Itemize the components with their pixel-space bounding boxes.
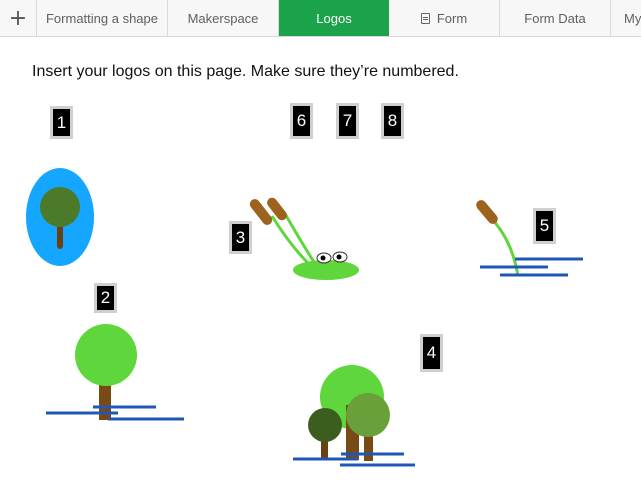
tab-formatting-a-shape[interactable]: Formatting a shape	[37, 0, 168, 36]
tab-label: My	[624, 10, 641, 26]
tab-logos[interactable]: Logos	[279, 0, 389, 36]
tree-canopy	[40, 187, 80, 227]
tab-form[interactable]: Form	[389, 0, 500, 36]
tree-canopy	[346, 393, 390, 437]
add-tab-button[interactable]: +	[0, 0, 37, 36]
tab-label: Form	[436, 10, 468, 26]
tab-label: Form Data	[524, 10, 586, 26]
tree-canopy	[75, 324, 137, 386]
tab-label: Logos	[316, 10, 352, 26]
tree-canopy	[308, 408, 342, 442]
logo-cattail-on-water	[476, 200, 583, 277]
tab-label: Formatting a shape	[45, 10, 158, 26]
tab-label: Makerspace	[187, 10, 259, 26]
logo-canvas	[26, 168, 583, 467]
frog-pupil	[320, 255, 326, 261]
frog-pupil	[336, 254, 342, 260]
logo-forest-on-water	[293, 365, 415, 467]
tab-my[interactable]: My	[611, 0, 641, 36]
logo-tree-on-water	[46, 324, 184, 421]
form-icon	[420, 12, 430, 24]
tab-bar: + Formatting a shape Makerspace Logos Fo…	[0, 0, 641, 37]
cattail-head	[476, 200, 498, 224]
tab-form-data[interactable]: Form Data	[500, 0, 611, 36]
tab-makerspace[interactable]: Makerspace	[168, 0, 279, 36]
logo-tree-in-oval	[26, 168, 94, 266]
plus-icon: +	[8, 5, 28, 31]
logo-frog-cattails	[249, 197, 359, 280]
